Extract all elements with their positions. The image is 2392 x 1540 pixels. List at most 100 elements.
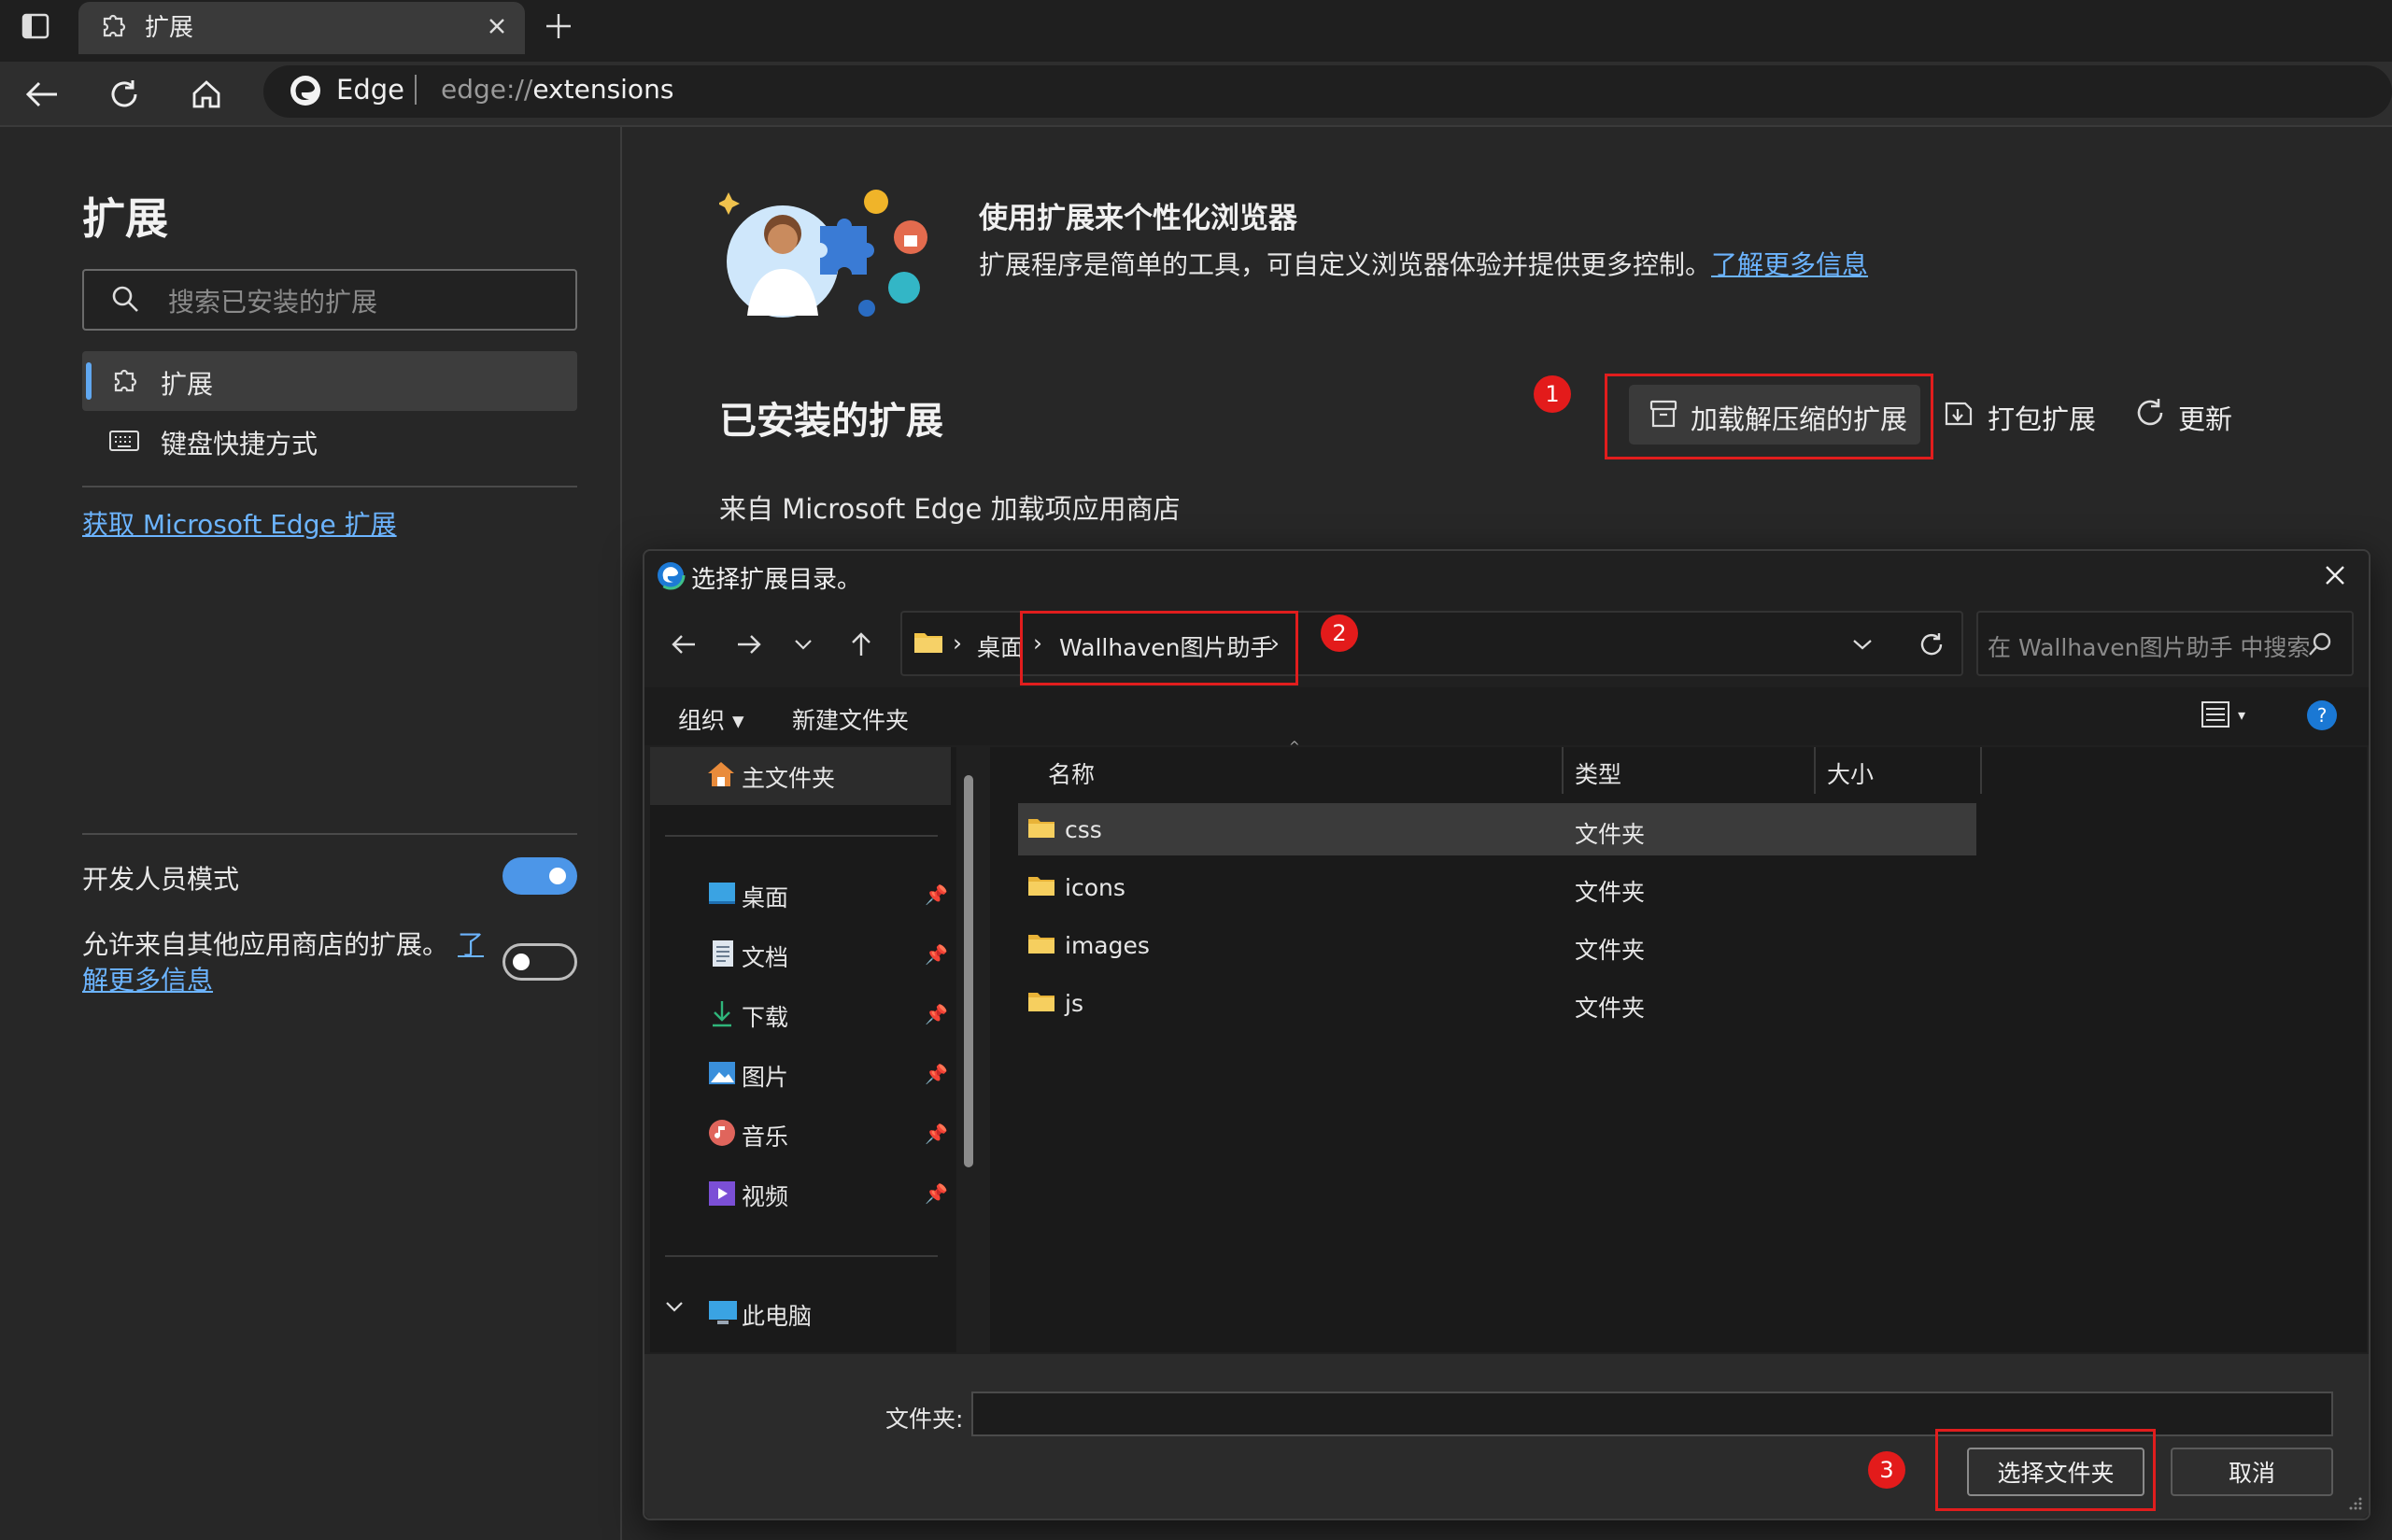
file-row-selected[interactable]	[1018, 803, 1976, 855]
sidebar-title: 扩展	[82, 193, 168, 244]
folder-icon	[913, 629, 943, 654]
nav-item-label: 视频	[742, 1183, 789, 1210]
new-folder-button[interactable]: 新建文件夹	[792, 702, 909, 736]
organize-button[interactable]: 组织 ▾	[678, 702, 744, 736]
document-icon	[712, 940, 734, 968]
music-icon	[708, 1119, 736, 1147]
file-name: icons	[1065, 874, 1125, 901]
other-stores-label: 允许来自其他应用商店的扩展。了	[82, 925, 484, 962]
url-path: extensions	[532, 74, 674, 105]
sidebar-item-keyboard-shortcuts[interactable]	[82, 413, 577, 471]
nav-item-videos[interactable]	[650, 1167, 951, 1220]
archive-icon	[1648, 398, 1679, 430]
nav-item-music[interactable]	[650, 1108, 951, 1160]
nav-item-documents[interactable]	[650, 928, 951, 981]
dialog-back-icon[interactable]	[665, 626, 702, 663]
home-icon[interactable]	[183, 71, 230, 118]
address-dropdown-icon[interactable]	[1846, 628, 1879, 661]
up-folder-icon[interactable]	[842, 626, 880, 663]
developer-mode-label: 开发人员模式	[82, 864, 240, 895]
file-name: images	[1065, 932, 1150, 959]
column-separator[interactable]	[1562, 747, 1564, 794]
other-stores-text: 允许来自其他应用商店的扩展。	[82, 929, 449, 960]
file-row[interactable]	[1018, 861, 1976, 913]
breadcrumb-item[interactable]: 桌面	[977, 629, 1024, 663]
nav-item-pictures[interactable]	[650, 1048, 951, 1100]
help-icon[interactable]: ?	[2307, 700, 2337, 730]
column-separator[interactable]	[1814, 747, 1816, 794]
file-row[interactable]	[1018, 977, 1976, 1029]
url-scheme: edge://	[441, 74, 533, 105]
pin-icon: 📌	[925, 1123, 948, 1145]
search-icon	[2307, 631, 2333, 657]
edge-logo-icon	[288, 73, 323, 108]
pack-extension-button[interactable]: 打包扩展	[1988, 398, 2096, 437]
refresh-icon[interactable]	[101, 71, 148, 118]
update-button[interactable]: 更新	[2178, 398, 2232, 437]
store-source-heading: 来自 Microsoft Edge 加载项应用商店	[719, 493, 1181, 525]
active-indicator	[86, 362, 92, 400]
divider	[665, 835, 938, 837]
pictures-icon	[708, 1061, 736, 1085]
desktop-icon	[708, 882, 736, 906]
hero-description: 扩展程序是简单的工具，可自定义浏览器体验并提供更多控制。了解更多信息	[979, 245, 1868, 282]
dialog-forward-icon[interactable]	[730, 626, 768, 663]
update-icon	[2133, 396, 2167, 430]
learn-more-link[interactable]: 解更多信息	[82, 960, 213, 997]
hero-learn-more-link[interactable]: 了解更多信息	[1711, 249, 1868, 280]
nav-item-this-pc[interactable]: 此电脑	[742, 1298, 812, 1332]
nav-item-downloads[interactable]	[650, 988, 951, 1040]
annotation-badge: 2	[1321, 615, 1358, 652]
nav-item-label: 音乐	[742, 1123, 789, 1151]
folder-icon	[1027, 816, 1055, 839]
chevron-right-icon: ›	[953, 629, 962, 657]
load-unpacked-label: 加载解压缩的扩展	[1691, 403, 1908, 435]
hero-illustration	[719, 185, 934, 325]
learn-more-link[interactable]: 了	[458, 929, 484, 960]
nav-item-desktop[interactable]	[650, 869, 951, 921]
other-stores-toggle[interactable]	[502, 943, 577, 981]
select-folder-button[interactable]: 选择文件夹	[1967, 1448, 2144, 1496]
recent-locations-icon[interactable]	[786, 628, 820, 661]
file-type: 文件夹	[1575, 821, 1646, 848]
nav-scrollbar[interactable]	[964, 775, 973, 1167]
sidebar-item-extensions[interactable]	[82, 351, 577, 411]
brand-label: Edge	[336, 74, 404, 106]
close-icon[interactable]	[2316, 557, 2354, 594]
close-tab-icon[interactable]	[480, 9, 514, 43]
keyboard-icon	[108, 428, 140, 454]
search-placeholder: 搜索已安装的扩展	[168, 287, 378, 318]
column-header-name[interactable]: 名称	[1048, 756, 1095, 790]
folder-icon	[1027, 874, 1055, 897]
back-icon[interactable]	[19, 71, 65, 118]
nav-item-label: 文档	[742, 944, 789, 971]
annotation-highlight	[1020, 611, 1298, 685]
new-tab-icon[interactable]	[540, 7, 577, 45]
expand-chevron-icon[interactable]	[665, 1300, 684, 1313]
dialog-title: 选择扩展目录。	[691, 566, 862, 594]
file-type: 文件夹	[1575, 995, 1646, 1022]
cancel-button[interactable]: 取消	[2171, 1448, 2333, 1496]
annotation-badge: 1	[1534, 375, 1571, 413]
resize-grip-icon[interactable]	[2348, 1496, 2363, 1511]
tab-actions-icon[interactable]	[17, 7, 54, 45]
column-separator[interactable]	[1980, 747, 1982, 794]
column-header-size[interactable]: 大小	[1827, 756, 1874, 790]
developer-mode-toggle[interactable]	[502, 857, 577, 895]
puzzle-icon	[97, 9, 129, 41]
installed-title: 已安装的扩展	[719, 400, 943, 443]
url-text[interactable]: edge://extensions	[441, 74, 673, 105]
file-row[interactable]	[1018, 919, 1976, 971]
file-type: 文件夹	[1575, 879, 1646, 906]
sort-up-icon: ^	[1289, 740, 1300, 755]
file-name: css	[1065, 816, 1102, 843]
get-extensions-link[interactable]: 获取 Microsoft Edge 扩展	[82, 504, 397, 542]
chevron-down-icon: ▾	[2238, 705, 2246, 724]
organize-label: 组织	[678, 707, 726, 734]
sidebar-item-label: 扩展	[161, 369, 214, 400]
column-header-type[interactable]: 类型	[1575, 756, 1621, 790]
pin-icon: 📌	[925, 1182, 948, 1205]
refresh-icon[interactable]	[1913, 626, 1950, 663]
file-name: js	[1065, 990, 1083, 1017]
view-options-button[interactable]: ▾	[2201, 700, 2245, 728]
